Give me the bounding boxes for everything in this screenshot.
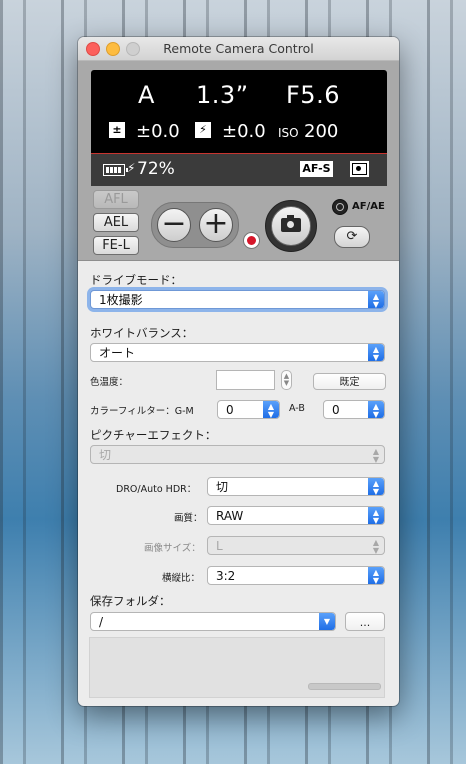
- iso-label: ISO: [278, 126, 299, 140]
- aspect-select[interactable]: 3:2 ▲ ▼: [207, 566, 385, 585]
- picture-effect-label: ピクチャーエフェクト：: [90, 428, 217, 442]
- save-folder-select[interactable]: / ▼: [90, 612, 336, 631]
- battery-percent: 72%: [137, 159, 175, 179]
- color-temp-label: 色温度：: [90, 377, 129, 388]
- chevron-updown-icon: ▲ ▼: [368, 507, 384, 524]
- chevron-updown-icon: ▲ ▼: [372, 538, 380, 555]
- remote-camera-control-window: Remote Camera Control A 1.3” F5.6 ± ±0.0…: [78, 37, 399, 706]
- chevron-updown-icon: ▲ ▼: [368, 567, 384, 584]
- metering-icon: [350, 161, 369, 177]
- camera-control-panel: A 1.3” F5.6 ± ±0.0 ⚡ ±0.0 ISO 200 ⚡ 72% …: [78, 61, 399, 261]
- dro-label: DRO/Auto HDR：: [116, 484, 197, 495]
- aspect-value: 3:2: [216, 569, 236, 583]
- title-bar: Remote Camera Control: [78, 37, 399, 61]
- afae-indicator: [332, 199, 348, 215]
- status-area: [89, 637, 385, 698]
- lcd-display: A 1.3” F5.6 ± ±0.0 ⚡ ±0.0 ISO 200 ⚡ 72% …: [91, 70, 387, 186]
- shooting-mode: A: [138, 81, 155, 109]
- progress-bar: [308, 683, 381, 690]
- flash-comp-value: ±0.0: [222, 121, 266, 142]
- battery-icon: [103, 164, 128, 176]
- exposure-comp-icon: ±: [109, 122, 125, 138]
- quality-value: RAW: [216, 509, 244, 523]
- picture-effect-value: 切: [99, 448, 112, 462]
- afae-button[interactable]: ⟳: [334, 226, 370, 248]
- color-filter-gm-value: 0: [226, 403, 234, 417]
- image-size-select[interactable]: L ▲ ▼: [207, 536, 385, 555]
- quality-select[interactable]: RAW ▲ ▼: [207, 506, 385, 525]
- drive-mode-value: 1枚撮影: [99, 293, 143, 307]
- exposure-comp-value: ±0.0: [136, 121, 180, 142]
- color-temp-stepper[interactable]: ▲ ▼: [281, 370, 292, 390]
- color-temp-field[interactable]: [216, 370, 275, 390]
- lcd-status-bar: ⚡ 72% AF-S: [91, 154, 387, 186]
- chevron-updown-icon: ▲ ▼: [263, 401, 279, 418]
- browse-folder-button[interactable]: ...: [345, 612, 385, 631]
- save-folder-value: /: [99, 615, 104, 629]
- chevron-updown-icon: ▲ ▼: [368, 401, 384, 418]
- shutter-button[interactable]: [265, 200, 317, 252]
- iso-value: 200: [304, 121, 339, 142]
- flash-comp-icon: ⚡: [195, 122, 211, 138]
- white-balance-value: オート: [99, 346, 136, 360]
- chevron-updown-icon: ▲ ▼: [372, 447, 380, 464]
- afl-button[interactable]: AFL: [93, 190, 139, 209]
- picture-effect-select[interactable]: 切 ▲ ▼: [90, 445, 385, 464]
- chevron-down-icon: ▼: [319, 613, 335, 630]
- ab-label: A-B: [289, 403, 305, 414]
- fel-button[interactable]: FE-L: [93, 236, 139, 255]
- chevron-updown-icon: ▲ ▼: [368, 478, 384, 495]
- focus-mode-badge: AF-S: [300, 161, 333, 177]
- white-balance-select[interactable]: オート ▲ ▼: [90, 343, 385, 362]
- default-button[interactable]: 既定: [313, 373, 386, 390]
- plug-icon: ⚡: [127, 161, 136, 175]
- window-title: Remote Camera Control: [163, 41, 314, 56]
- chevron-updown-icon: ▲ ▼: [368, 291, 384, 308]
- color-filter-gm-select[interactable]: 0 ▲ ▼: [217, 400, 280, 419]
- record-button[interactable]: [243, 232, 260, 249]
- dro-value: 切: [216, 480, 229, 494]
- color-filter-label: カラーフィルター：G-M: [90, 406, 194, 417]
- zoom-in-button[interactable]: +: [199, 208, 233, 242]
- image-size-value: L: [216, 539, 223, 553]
- shutter-speed: 1.3”: [196, 81, 249, 109]
- save-folder-label: 保存フォルダ：: [90, 594, 171, 608]
- drive-mode-label: ドライブモード：: [90, 273, 182, 287]
- color-filter-ab-value: 0: [332, 403, 340, 417]
- chevron-updown-icon: ▲ ▼: [368, 344, 384, 361]
- quality-label: 画質：: [174, 513, 203, 524]
- image-size-label: 画像サイズ：: [144, 543, 201, 554]
- white-balance-label: ホワイトバランス：: [90, 326, 194, 340]
- ael-button[interactable]: AEL: [93, 213, 139, 232]
- camera-icon: [281, 215, 301, 232]
- color-filter-ab-select[interactable]: 0 ▲ ▼: [323, 400, 385, 419]
- zoom-out-button[interactable]: −: [157, 208, 191, 242]
- aspect-label: 横縦比：: [162, 573, 201, 584]
- dro-select[interactable]: 切 ▲ ▼: [207, 477, 385, 496]
- record-icon: [247, 236, 256, 245]
- zoom-control: − +: [151, 202, 239, 248]
- drive-mode-select[interactable]: 1枚撮影 ▲ ▼: [90, 290, 385, 309]
- afae-label: AF/AE: [352, 201, 385, 212]
- aperture: F5.6: [286, 81, 340, 109]
